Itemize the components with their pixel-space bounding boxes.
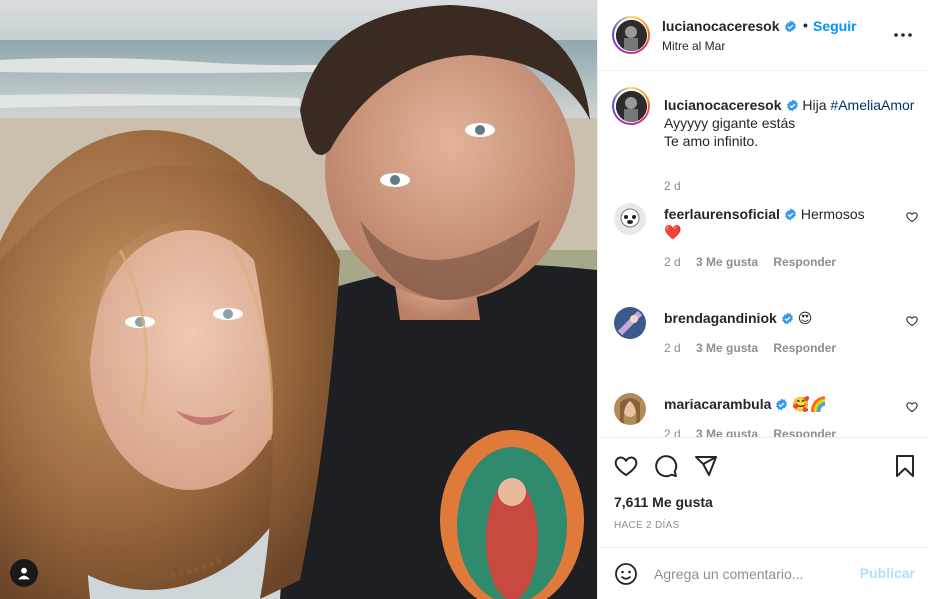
verified-icon [785, 208, 796, 221]
heart-icon[interactable] [906, 401, 918, 413]
reply-button[interactable]: Responder [773, 341, 836, 355]
reply-button[interactable]: Responder [773, 255, 836, 269]
comment-avatar[interactable] [614, 203, 646, 235]
likes-count[interactable]: 7,611 Me gusta [614, 494, 713, 510]
comments-list[interactable]: lucianocaceresok Hija #AmeliaAmor Ayyyyy… [598, 71, 928, 437]
publish-button[interactable]: Publicar [860, 565, 915, 581]
author-avatar[interactable] [612, 16, 650, 54]
comment-body: brendagandiniok 😍 [664, 309, 894, 328]
bookmark-icon[interactable] [894, 454, 916, 478]
emoji-icon[interactable] [614, 562, 638, 586]
caption-username[interactable]: lucianocaceresok [664, 97, 782, 113]
comment-emoji: 😍 [797, 311, 813, 327]
comment-body: mariacarambula 🥰🌈 [664, 395, 894, 414]
comment-time: 2 d [664, 255, 681, 269]
comment-avatar[interactable] [614, 393, 646, 425]
post-header: lucianocaceresok • Seguir Mitre al Mar [598, 0, 928, 71]
verified-icon [781, 312, 793, 325]
comment-likes[interactable]: 3 Me gusta [696, 341, 758, 355]
post-age: HACE 2 DÍAS [614, 520, 680, 531]
caption-time: 2 d [664, 179, 681, 193]
caption-prefix: Hija [802, 97, 827, 113]
verified-icon [784, 20, 796, 33]
comment-avatar[interactable] [614, 307, 646, 339]
comment-meta: 2 d 3 Me gusta Responder [664, 427, 848, 437]
caption-avatar[interactable] [612, 87, 650, 125]
comment-text: Hermosos [800, 206, 865, 222]
heart-icon[interactable] [906, 315, 918, 327]
comment-input[interactable] [654, 562, 854, 586]
verified-icon [776, 398, 788, 411]
caption-hashtag[interactable]: #AmeliaAmor [830, 97, 914, 113]
more-icon[interactable] [894, 33, 912, 37]
comment-likes[interactable]: 3 Me gusta [696, 427, 758, 437]
comment-icon[interactable] [654, 454, 678, 478]
follow-button[interactable]: Seguir [813, 18, 857, 34]
comment-likes[interactable]: 3 Me gusta [696, 255, 758, 269]
post-location[interactable]: Mitre al Mar [662, 39, 725, 53]
comment-body: feerlaurensoficial Hermosos ❤️ [664, 205, 894, 242]
post-actions: 7,611 Me gusta HACE 2 DÍAS [598, 437, 928, 547]
comment-username[interactable]: brendagandiniok [664, 310, 777, 326]
comment-username[interactable]: feerlaurensoficial [664, 206, 780, 222]
comment-meta: 2 d 3 Me gusta Responder [664, 255, 848, 269]
user-tag-button[interactable] [10, 559, 38, 587]
reply-button[interactable]: Responder [773, 427, 836, 437]
author-username[interactable]: lucianocaceresok [662, 18, 797, 34]
comment-emoji: ❤️ [664, 225, 682, 241]
photo-illustration [0, 0, 597, 599]
add-comment-bar: Publicar [598, 547, 928, 599]
post-photo[interactable] [0, 0, 597, 599]
caption-line-3: Te amo infinito. [664, 133, 759, 149]
comment-meta: 2 d 3 Me gusta Responder [664, 341, 848, 355]
share-icon[interactable] [694, 454, 718, 478]
heart-icon[interactable] [906, 211, 918, 223]
comment-time: 2 d [664, 427, 681, 437]
comment-emoji: 🥰🌈 [792, 397, 828, 413]
caption-line-2: Ayyyyy gigante estás [664, 115, 796, 131]
caption-text: lucianocaceresok Hija #AmeliaAmor Ayyyyy… [664, 96, 919, 150]
post-side-panel: lucianocaceresok • Seguir Mitre al Mar l… [597, 0, 928, 599]
heart-icon[interactable] [614, 454, 638, 478]
verified-icon [786, 99, 798, 112]
comment-time: 2 d [664, 341, 681, 355]
comment-username[interactable]: mariacarambula [664, 396, 771, 412]
user-tag-icon [18, 567, 30, 580]
header-separator: • [803, 17, 808, 33]
